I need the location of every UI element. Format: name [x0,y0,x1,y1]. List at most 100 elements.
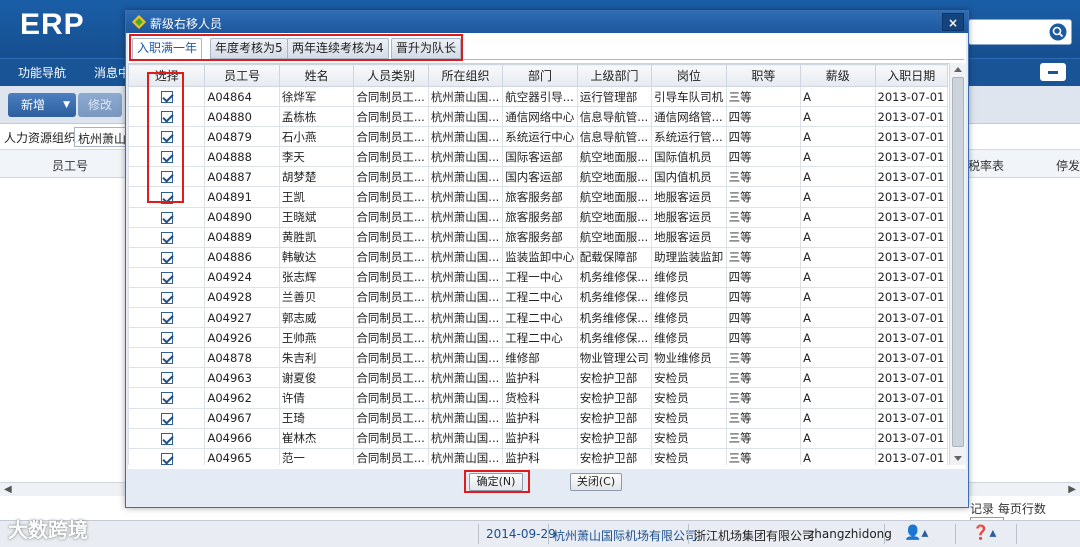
help-menu-icon[interactable]: ❓▴ [972,525,996,541]
table-row[interactable]: A04924 张志辉 合同制员工... 杭州萧山国... 工程一中心 机务维修保... 维修… [128,266,949,288]
add-button[interactable]: 新增 ▼ [8,93,76,117]
col-employee-no[interactable]: 员工号 [204,64,280,87]
tab-promoted-captain[interactable]: 晋升为队长 [391,38,462,59]
tab-two-year-review-4[interactable]: 两年连续考核为4 [287,38,389,59]
col-parent-department[interactable]: 上级部门 [576,64,653,87]
row-select-checkbox[interactable] [160,392,173,405]
cell-category: 合同制员工... [353,206,429,228]
table-header-row: 选择 员工号 姓名 人员类别 所在组织 部门 上级部门 岗位 职等 薪级 入职日… [128,64,949,87]
cell-post: 地服客运员 [651,206,727,228]
cell-salary-level: A [800,146,876,168]
row-select-checkbox[interactable] [160,151,173,164]
cell-employee-no: A04880 [204,106,280,128]
cell-salary-level: A [800,246,876,268]
chevron-down-icon[interactable]: ▼ [63,93,70,117]
cell-parent-department: 机务维修保... [576,307,653,329]
cell-post: 物业维修员 [651,347,727,369]
row-select-checkbox[interactable] [160,231,173,244]
row-select-checkbox[interactable] [160,171,173,184]
col-join-date[interactable]: 入职日期 [874,64,949,87]
row-select-checkbox[interactable] [160,91,173,104]
grid-vertical-scrollbar[interactable] [949,63,966,465]
row-select-checkbox[interactable] [160,111,173,124]
cell-parent-department: 物业管理公司 [576,347,653,369]
cell-join-date: 2013-07-01 [874,206,949,228]
cell-salary-level: A [800,307,876,329]
table-row[interactable]: A04887 胡梦楚 合同制员工... 杭州萧山国... 国内客运部 航空地面服... 国内… [128,166,949,188]
tab-annual-review-5[interactable]: 年度考核为5 [210,38,288,59]
col-grade[interactable]: 职等 [725,64,802,87]
table-row[interactable]: A04966 崔林杰 合同制员工... 杭州萧山国... 监护科 安检护卫部 安检员 三等 A 2… [128,427,949,449]
col-post[interactable]: 岗位 [651,64,727,87]
row-select-checkbox[interactable] [160,211,173,224]
cell-parent-department: 机务维修保... [576,327,653,349]
cell-department: 监护科 [502,447,578,465]
col-select[interactable]: 选择 [128,64,206,87]
tab-joined-one-year[interactable]: 入职满一年 [132,38,203,60]
row-select-checkbox[interactable] [160,372,173,385]
dialog-titlebar[interactable]: 薪级右移人员 × [126,11,968,33]
row-select-checkbox[interactable] [160,291,173,304]
divider [884,524,885,544]
status-org[interactable]: 杭州萧山国际机场有限公司 [553,527,697,544]
cell-grade: 三等 [725,427,802,449]
cell-grade: 三等 [725,206,802,228]
cell-employee-no: A04887 [204,166,280,188]
search-icon[interactable] [1049,23,1067,41]
table-row[interactable]: A04879 石小燕 合同制员工... 杭州萧山国... 系统运行中心 信息导航管... 系… [128,126,949,148]
confirm-button[interactable]: 确定(N) [469,473,523,491]
table-row[interactable]: A04864 徐烨军 合同制员工... 杭州萧山国... 航空器引导... 运行管理部 引导… [128,85,949,108]
table-row[interactable]: A04965 范一 合同制员工... 杭州萧山国... 监护科 安检护卫部 安检员 三等 A 20… [128,447,949,465]
col-department[interactable]: 部门 [502,64,578,87]
table-row[interactable]: A04891 王凯 合同制员工... 杭州萧山国... 旅客服务部 航空地面服... 地服客… [128,186,949,208]
cell-grade: 三等 [725,85,802,108]
row-select-checkbox[interactable] [160,312,173,325]
row-select-checkbox[interactable] [160,332,173,345]
scroll-left-icon[interactable]: ◀ [4,484,12,495]
table-row[interactable]: A04888 李天 合同制员工... 杭州萧山国... 国际客运部 航空地面服... 国际值… [128,146,949,168]
table-row[interactable]: A04962 许倩 合同制员工... 杭州萧山国... 货检科 安检护卫部 安检员 三等 A 20… [128,387,949,409]
cell-join-date: 2013-07-01 [874,387,949,409]
scroll-up-icon[interactable] [954,67,962,72]
close-button[interactable]: 关闭(C) [570,473,622,491]
table-row[interactable]: A04963 谢夏俊 合同制员工... 杭州萧山国... 监护科 安检护卫部 安检员 三等 A 2… [128,367,949,389]
row-select-checkbox[interactable] [160,352,173,365]
row-select-checkbox[interactable] [160,412,173,425]
col-category[interactable]: 人员类别 [353,64,429,87]
row-select-checkbox[interactable] [160,432,173,445]
col-organization[interactable]: 所在组织 [427,64,504,87]
user-menu-icon[interactable]: 👤▴ [904,525,928,541]
cell-name: 石小燕 [278,126,355,148]
cell-join-date: 2013-07-01 [874,106,949,128]
cell-salary-level: A [800,206,876,228]
cell-salary-level: A [800,106,876,128]
nav-function-navigation[interactable]: 功能导航 [18,64,66,81]
row-select-checkbox[interactable] [160,251,173,264]
row-select-checkbox[interactable] [160,452,173,465]
row-select-checkbox[interactable] [160,191,173,204]
col-salary-level[interactable]: 薪级 [800,64,876,87]
cell-salary-level: A [800,226,876,248]
row-select-checkbox[interactable] [160,271,173,284]
dialog-footer: 确定(N) 关闭(C) [126,469,968,507]
col-name[interactable]: 姓名 [278,64,355,87]
table-row[interactable]: A04878 朱吉利 合同制员工... 杭州萧山国... 维修部 物业管理公司 物业维修员三… [128,347,949,369]
row-select-checkbox[interactable] [160,131,173,144]
scroll-right-icon[interactable]: ▶ [1068,484,1076,495]
table-row[interactable]: A04890 王晓斌 合同制员工... 杭州萧山国... 旅客服务部 航空地面服... 地服… [128,206,949,228]
minimize-panel-button[interactable] [1040,63,1066,81]
modify-button[interactable]: 修改 [78,93,122,117]
table-row[interactable]: A04886 韩敏达 合同制员工... 杭州萧山国... 监装监卸中心 配载保障部 助理监装… [128,246,949,268]
table-row[interactable]: A04926 王帅燕 合同制员工... 杭州萧山国... 工程二中心 机务维修保... 维修… [128,327,949,349]
global-search-input[interactable] [968,19,1072,45]
close-icon[interactable]: × [942,13,964,31]
table-row[interactable]: A04927 郭志威 合同制员工... 杭州萧山国... 工程二中心 机务维修保... 维修… [128,307,949,329]
cell-employee-no: A04891 [204,186,280,208]
scroll-down-icon[interactable] [954,456,962,461]
scroll-thumb[interactable] [952,77,964,447]
cell-parent-department: 安检护卫部 [576,447,653,465]
table-row[interactable]: A04967 王琦 合同制员工... 杭州萧山国... 监护科 安检护卫部 安检员 三等 A 20… [128,407,949,429]
table-row[interactable]: A04880 孟栋栋 合同制员工... 杭州萧山国... 通信网络中心 信息导航管... 通… [128,106,949,128]
table-row[interactable]: A04928 兰善贝 合同制员工... 杭州萧山国... 工程二中心 机务维修保... 维修… [128,286,949,309]
table-row[interactable]: A04889 黄胜凯 合同制员工... 杭州萧山国... 旅客服务部 航空地面服... 地服… [128,226,949,248]
